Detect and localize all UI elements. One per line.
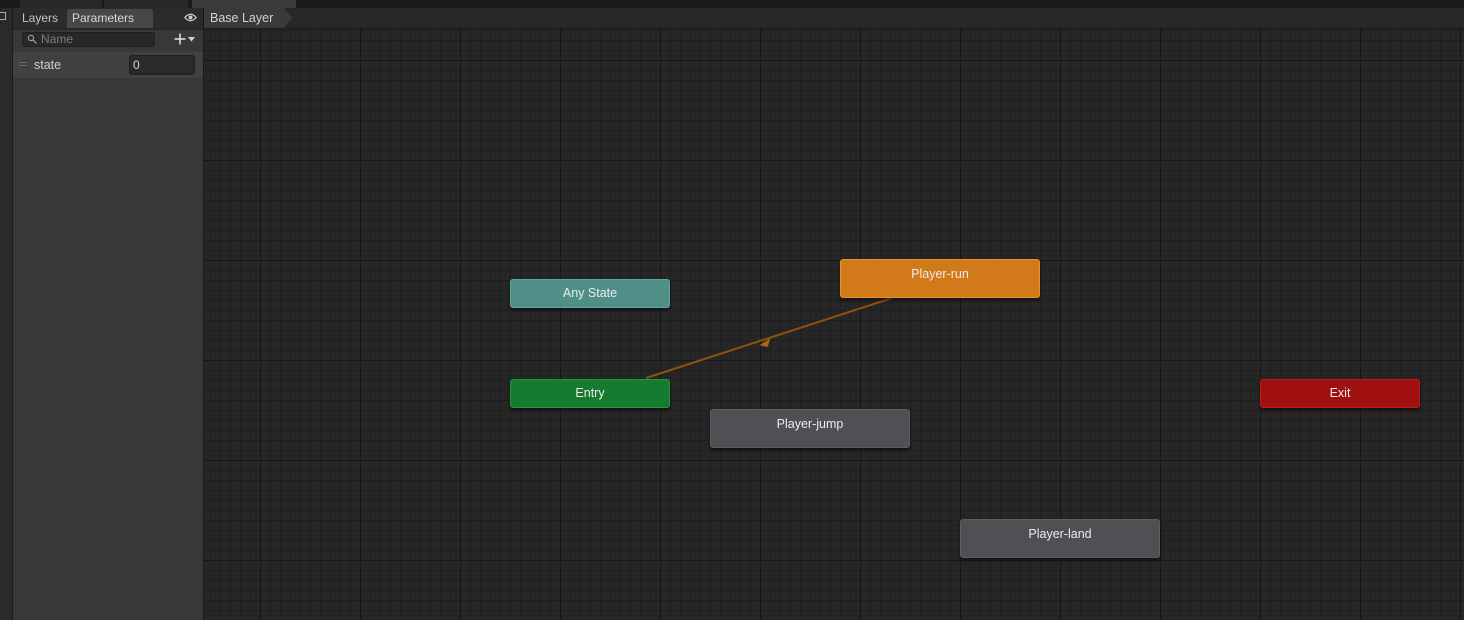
parameter-name[interactable]: state xyxy=(34,58,61,72)
tab-animator[interactable] xyxy=(192,0,296,8)
parameter-row[interactable]: state xyxy=(13,52,203,78)
plus-icon xyxy=(174,33,186,45)
search-icon xyxy=(27,34,37,44)
state-entry[interactable]: Entry xyxy=(510,379,670,408)
state-label: Entry xyxy=(575,386,605,400)
tab-layers[interactable]: Layers xyxy=(17,9,67,28)
state-exit[interactable]: Exit xyxy=(1260,379,1420,408)
breadcrumb-label: Base Layer xyxy=(210,11,274,25)
drag-handle-icon[interactable] xyxy=(19,62,27,66)
state-label: Player-run xyxy=(911,267,969,281)
eye-icon[interactable] xyxy=(184,13,197,22)
parameters-panel: Layers Parameters state xyxy=(13,8,204,620)
animator-graph-canvas[interactable]: Any State Entry Exit Player-run Player-j… xyxy=(204,29,1464,620)
panel-toggle-icon[interactable] xyxy=(0,12,6,20)
left-dock-sliver xyxy=(0,8,13,620)
state-player-jump[interactable]: Player-jump xyxy=(710,409,910,448)
breadcrumb: Base Layer xyxy=(204,8,1464,29)
state-player-run[interactable]: Player-run xyxy=(840,259,1040,298)
state-label: Player-land xyxy=(1028,527,1092,541)
state-player-land[interactable]: Player-land xyxy=(960,519,1160,558)
state-any-state[interactable]: Any State xyxy=(510,279,670,308)
panel-tab-bar: Layers Parameters xyxy=(13,8,203,30)
search-field[interactable] xyxy=(22,32,155,47)
state-label: Exit xyxy=(1329,386,1351,400)
parameter-search-row xyxy=(13,30,203,52)
transition-entry-to-player-run[interactable] xyxy=(645,297,893,379)
chevron-down-icon xyxy=(188,37,195,42)
window-tab-strip xyxy=(0,0,1464,8)
breadcrumb-base-layer[interactable]: Base Layer xyxy=(204,8,292,28)
tab-game[interactable] xyxy=(104,0,188,8)
state-label: Player-jump xyxy=(776,417,844,431)
search-input[interactable] xyxy=(41,33,151,46)
tab-scene[interactable] xyxy=(20,0,102,8)
add-parameter-button[interactable] xyxy=(171,31,199,48)
parameter-value-field[interactable] xyxy=(129,55,195,75)
state-label: Any State xyxy=(562,286,618,300)
tab-parameters[interactable]: Parameters xyxy=(67,9,153,28)
transition-layer xyxy=(645,297,893,379)
